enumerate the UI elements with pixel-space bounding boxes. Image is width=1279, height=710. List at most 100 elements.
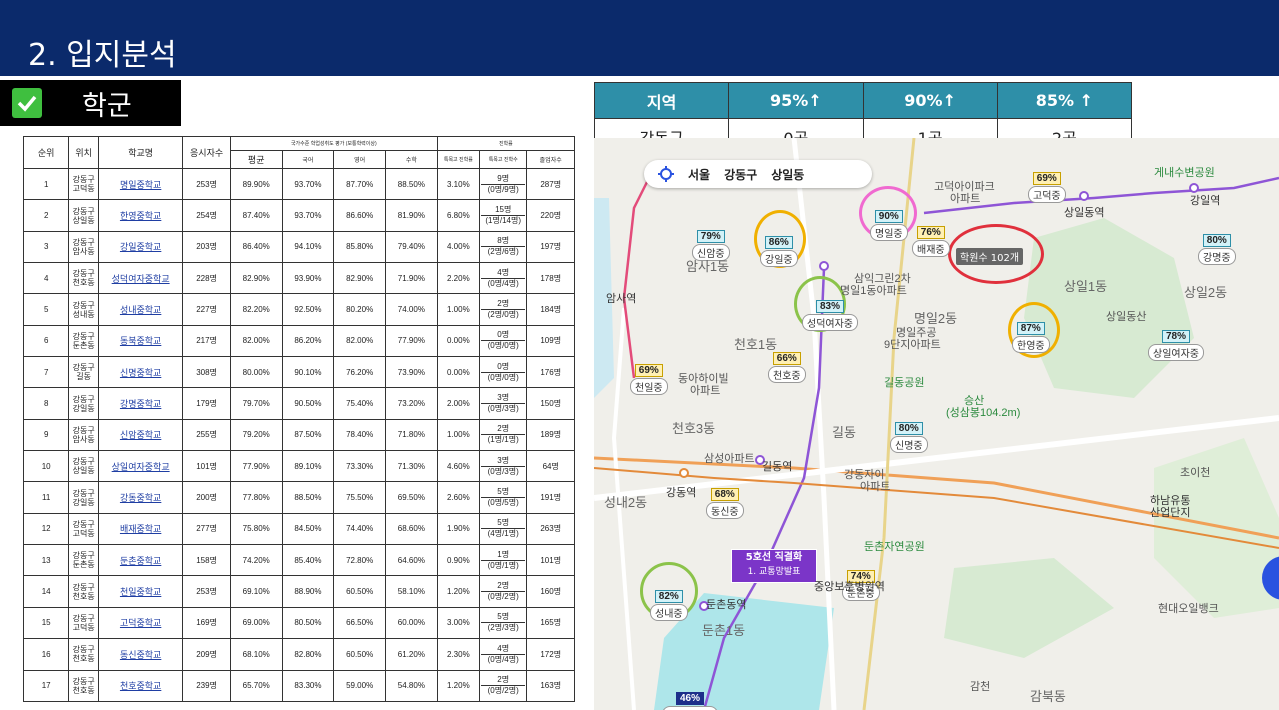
school-link[interactable]: 강명중학교	[120, 399, 161, 409]
map-dong[interactable]: 상일동	[771, 166, 804, 183]
cell-korean: 93.70%	[281, 167, 335, 201]
school-marker[interactable]: 69% 천일중	[630, 360, 668, 395]
school-link[interactable]: 상일여자중학교	[112, 462, 170, 472]
school-marker-pct: 83%	[815, 300, 844, 313]
cell-average: 82.20%	[229, 293, 283, 326]
school-link[interactable]: 동신중학교	[120, 650, 161, 660]
map-label: 감북동	[1030, 689, 1066, 704]
cell-math: 73.90%	[385, 356, 438, 389]
cell-school: 성내중학교	[97, 293, 184, 326]
cell-special-count: 5명 (0명/5명)	[478, 481, 528, 514]
school-link[interactable]: 천일중학교	[120, 587, 161, 597]
school-link[interactable]: 배재중학교	[120, 524, 161, 534]
school-link[interactable]: 둔촌중학교	[120, 556, 161, 566]
cell-math: 71.80%	[385, 418, 438, 452]
location-dong: 암사동	[72, 246, 95, 256]
school-link[interactable]: 한영중학교	[120, 211, 161, 221]
cell-school: 신명중학교	[97, 356, 184, 389]
map-label: 길동역	[762, 461, 793, 473]
cell-test-takers: 101명	[182, 450, 231, 483]
school-link[interactable]: 동북중학교	[120, 336, 161, 346]
cell-special-count: 5명 (4명/1명)	[478, 512, 528, 546]
cell-location: 강동구 천호동	[68, 262, 99, 295]
section-label: 학군	[0, 80, 181, 126]
school-marker[interactable]: 86% 강일중	[760, 232, 798, 267]
school-link[interactable]: 신명중학교	[120, 368, 161, 378]
school-marker[interactable]: 78% 상일여자중	[1148, 326, 1204, 361]
school-marker[interactable]: 66% 천호중	[768, 348, 806, 383]
cell-test-takers: 227명	[182, 293, 231, 326]
special-count: 0명	[497, 330, 510, 340]
school-marker-name: 명일중	[870, 224, 908, 241]
cell-rank: 14	[22, 575, 70, 608]
school-link[interactable]: 고덕중학교	[120, 618, 161, 628]
cell-special-rate: 2.20%	[436, 262, 480, 295]
location-dong: 천호동	[72, 591, 95, 601]
cell-average: 89.90%	[229, 167, 283, 201]
map-label: 아파트	[690, 385, 721, 397]
school-marker[interactable]: 83% 성덕여자중	[802, 296, 858, 331]
district-map[interactable]: 서울 강동구 상일동 학원수 102개 5호선 직결화 1. 교통망발표 90%…	[594, 138, 1279, 710]
school-marker[interactable]: 82% 성내중	[650, 586, 688, 621]
table-row: 6 강동구 둔촌동 동북중학교 217명 82.00% 86.20% 82.00% 77.90%…	[22, 324, 575, 358]
cell-special-count: 3명 (0명/3명)	[478, 450, 528, 483]
location-gu: 강동구	[72, 394, 95, 404]
cell-special-rate: 1.00%	[436, 293, 480, 326]
cell-test-takers: 200명	[182, 481, 231, 514]
table-row: 1 강동구 고덕동 명일중학교 253명 89.90% 93.70% 87.70% 88.50%…	[22, 167, 575, 201]
school-marker[interactable]: 69% 고덕중	[1028, 168, 1066, 203]
school-link[interactable]: 강동중학교	[120, 493, 161, 503]
school-link[interactable]: 천호중학교	[120, 681, 161, 691]
school-marker-name: 배재중	[912, 240, 950, 257]
cell-math: 58.10%	[385, 575, 438, 608]
school-marker[interactable]: 76% 배재중	[912, 222, 950, 257]
map-label: 둔촌자연공원	[864, 541, 925, 553]
special-detail: (0명/3명)	[480, 403, 526, 414]
map-label: 중앙보훈병원역	[814, 581, 885, 593]
cell-school: 동북중학교	[97, 324, 184, 358]
map-district[interactable]: 강동구	[724, 166, 757, 183]
school-marker[interactable]: 68% 동신중	[706, 484, 744, 519]
special-count: 5명	[497, 612, 510, 622]
school-marker[interactable]: 87% 한영중	[1012, 318, 1050, 353]
school-link[interactable]: 명일중학교	[120, 180, 161, 190]
school-link[interactable]: 성덕여자중학교	[112, 274, 170, 284]
subway-note: 5호선 직결화 1. 교통망발표	[731, 549, 817, 583]
school-marker-pct: 46%	[675, 692, 704, 705]
cell-english: 75.40%	[333, 387, 386, 420]
cell-average: 82.00%	[229, 324, 283, 358]
cell-graduates: 197명	[526, 230, 575, 264]
cell-korean: 90.50%	[281, 387, 335, 420]
location-dong: 고덕동	[72, 622, 95, 632]
school-ranking-table: 순위 위치 학교명 응시자수 국가수준 학업성취도 평가 (보통학력이상) 진학…	[22, 136, 576, 702]
cell-special-count: 9명 (0명/9명)	[478, 167, 528, 201]
school-marker[interactable]: 80% 신명중	[890, 418, 928, 453]
cell-math: 60.00%	[385, 606, 438, 640]
cell-english: 76.20%	[333, 356, 386, 389]
school-link[interactable]: 강일중학교	[120, 242, 161, 252]
cell-english: 80.20%	[333, 293, 386, 326]
cell-math: 54.80%	[385, 669, 438, 702]
cell-special-count: 15명 (1명/14명)	[478, 199, 528, 232]
school-link[interactable]: 성내중학교	[120, 305, 161, 315]
school-marker[interactable]: 46%서울체육중	[662, 688, 718, 710]
school-link[interactable]: 신암중학교	[120, 430, 161, 440]
location-dong: 둔촌동	[72, 340, 95, 350]
table-row: 15 강동구 고덕동 고덕중학교 169명 69.00% 80.50% 66.50% 60.00…	[22, 606, 575, 640]
cell-test-takers: 158명	[182, 544, 231, 577]
school-marker[interactable]: 90% 명일중	[870, 206, 908, 241]
special-count: 2명	[497, 581, 510, 591]
cell-graduates: 160명	[526, 575, 575, 608]
section-title: 학군	[82, 90, 132, 122]
map-label: 길동	[832, 425, 856, 440]
map-location-bar[interactable]: 서울 강동구 상일동	[644, 160, 872, 188]
school-marker[interactable]: 80% 강명중	[1198, 230, 1236, 265]
summary-header-region: 지역	[593, 82, 730, 119]
header-test-takers: 응시자수	[182, 136, 231, 169]
school-marker-name: 성덕여자중	[802, 314, 858, 331]
cell-special-count: 2명 (0명/2명)	[478, 575, 528, 608]
location-dong: 천호동	[72, 685, 95, 695]
map-city[interactable]: 서울	[688, 166, 710, 183]
map-label: 감천	[970, 681, 991, 693]
cell-test-takers: 239명	[182, 669, 231, 702]
